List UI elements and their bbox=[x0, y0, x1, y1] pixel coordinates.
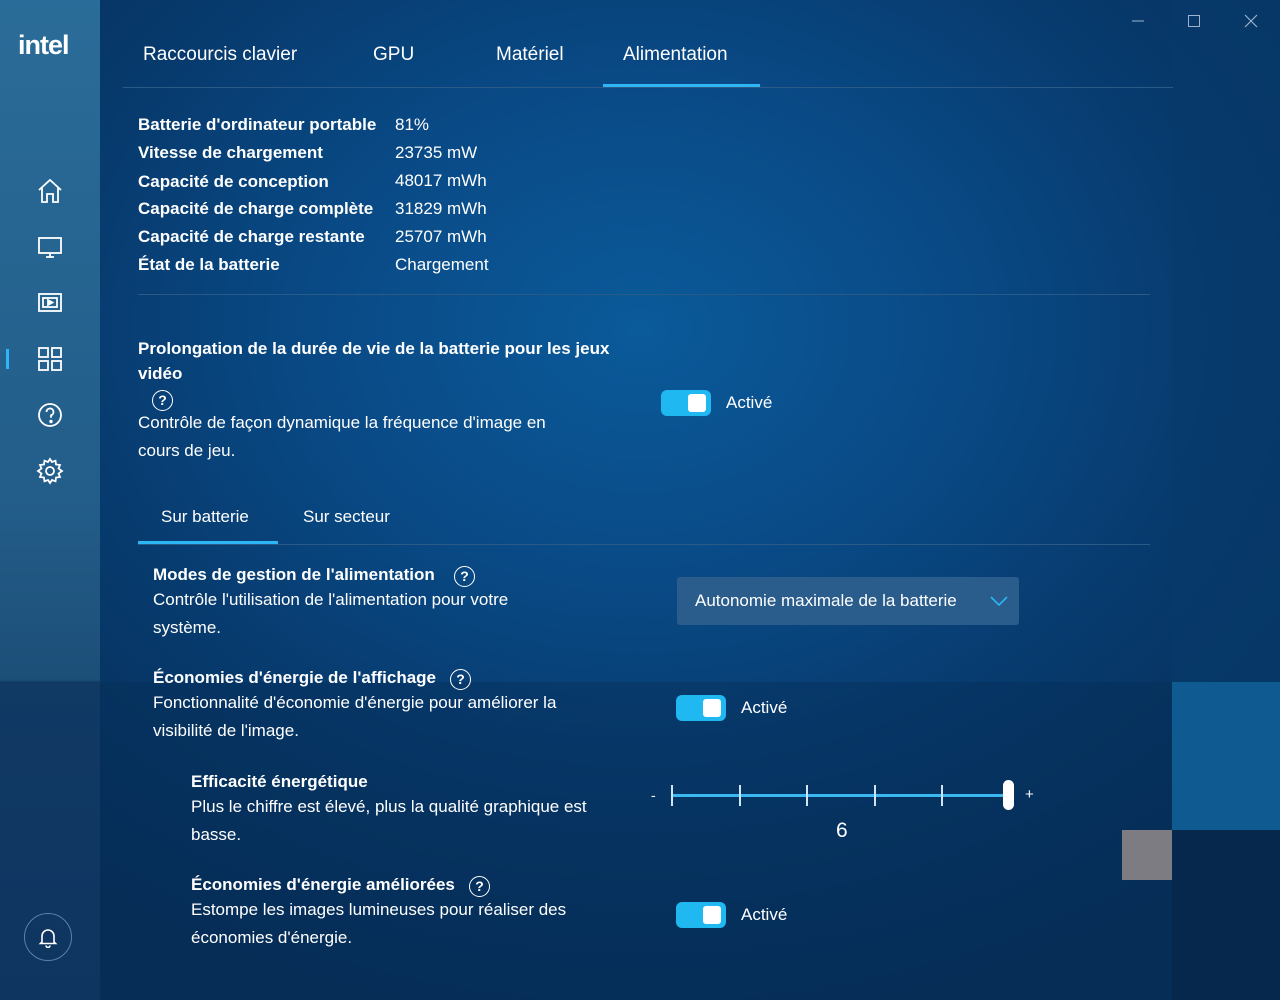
decor-square-blue bbox=[1172, 682, 1280, 830]
tabs-divider bbox=[123, 87, 1173, 88]
toggle-knob bbox=[703, 699, 721, 717]
slider-max-label: + bbox=[1025, 786, 1034, 803]
decor-square-gray bbox=[1122, 830, 1172, 880]
apps-grid-icon[interactable] bbox=[35, 344, 65, 374]
gear-icon[interactable] bbox=[35, 456, 65, 486]
close-button[interactable] bbox=[1240, 10, 1262, 32]
game-battery-title-line2: vidéo bbox=[138, 364, 183, 383]
display-savings-title: Économies d'énergie de l'affichage bbox=[153, 668, 436, 687]
game-battery-title-line1: Prolongation de la durée de vie de la ba… bbox=[138, 339, 610, 358]
info-label-design-capacity: Capacité de conception bbox=[138, 172, 329, 191]
power-modes-desc-line1: Contrôle l'utilisation de l'alimentation… bbox=[153, 590, 509, 609]
power-modes-help-icon[interactable]: ? bbox=[454, 566, 475, 587]
efficiency-slider-thumb[interactable] bbox=[1003, 780, 1014, 810]
maximize-icon bbox=[1188, 15, 1200, 27]
home-icon[interactable] bbox=[35, 176, 65, 206]
info-value-battery-level: 81% bbox=[395, 115, 430, 134]
display-savings-desc-line2: visibilité de l'image. bbox=[153, 721, 299, 740]
efficiency-title: Efficacité énergétique bbox=[191, 772, 368, 791]
efficiency-desc-line1: Plus le chiffre est élevé, plus la quali… bbox=[191, 797, 587, 816]
subtab-plugged-in[interactable]: Sur secteur bbox=[303, 507, 390, 527]
enhanced-savings-desc-line2: économies d'énergie. bbox=[191, 928, 353, 947]
help-icon[interactable] bbox=[35, 400, 65, 430]
minimize-icon bbox=[1132, 20, 1144, 22]
info-label-remaining-capacity: Capacité de charge restante bbox=[138, 227, 365, 246]
efficiency-desc-line2: basse. bbox=[191, 825, 242, 844]
display-savings-desc-line1: Fonctionnalité d'économie d'énergie pour… bbox=[153, 693, 557, 712]
game-battery-desc-line2: cours de jeu. bbox=[138, 441, 236, 460]
info-value-full-charge-capacity: 31829 mWh bbox=[395, 199, 487, 218]
power-mode-select[interactable]: Autonomie maximale de la batterie bbox=[677, 577, 1019, 625]
info-value-battery-state: Chargement bbox=[395, 255, 489, 274]
info-value-charge-rate: 23735 mW bbox=[395, 143, 478, 162]
game-battery-toggle[interactable] bbox=[661, 390, 711, 416]
intel-logo: intel bbox=[18, 30, 70, 60]
enhanced-savings-help-icon[interactable]: ? bbox=[469, 876, 490, 897]
game-battery-help-icon[interactable]: ? bbox=[152, 390, 173, 411]
active-nav-indicator bbox=[6, 349, 9, 369]
slider-tick bbox=[874, 785, 876, 806]
power-mode-selected: Autonomie maximale de la batterie bbox=[695, 591, 957, 610]
info-label-full-charge-capacity: Capacité de charge complète bbox=[138, 199, 374, 218]
enhanced-savings-desc-line1: Estompe les images lumineuses pour réali… bbox=[191, 900, 567, 919]
tab-power[interactable]: Alimentation bbox=[623, 44, 728, 66]
info-value-design-capacity: 48017 mWh bbox=[395, 171, 487, 190]
toggle-knob bbox=[703, 906, 721, 924]
minimize-button[interactable] bbox=[1127, 10, 1149, 32]
info-label-battery-state: État de la batterie bbox=[138, 255, 280, 274]
display-savings-toggle[interactable] bbox=[676, 695, 726, 721]
decor-panel-top-right bbox=[1172, 0, 1280, 682]
subtab-on-battery[interactable]: Sur batterie bbox=[161, 507, 249, 527]
display-icon[interactable] bbox=[35, 232, 65, 262]
display-savings-toggle-label: Activé bbox=[741, 698, 788, 717]
tab-hardware[interactable]: Matériel bbox=[496, 44, 564, 66]
video-icon[interactable] bbox=[35, 288, 65, 318]
slider-tick bbox=[671, 785, 673, 806]
chevron-down-icon bbox=[990, 596, 1008, 607]
tab-gpu[interactable]: GPU bbox=[373, 44, 414, 66]
subtabs-divider bbox=[138, 544, 1150, 545]
efficiency-slider-value: 6 bbox=[836, 819, 848, 842]
power-modes-title: Modes de gestion de l'alimentation bbox=[153, 565, 435, 584]
notifications-button[interactable] bbox=[24, 913, 72, 961]
info-label-charge-rate: Vitesse de chargement bbox=[138, 143, 323, 162]
close-icon bbox=[1244, 14, 1258, 28]
info-value-remaining-capacity: 25707 mWh bbox=[395, 227, 487, 246]
efficiency-slider-track[interactable] bbox=[672, 794, 1009, 797]
slider-tick bbox=[739, 785, 741, 806]
decor-square-dark bbox=[1172, 830, 1280, 1000]
slider-tick bbox=[941, 785, 943, 806]
display-savings-help-icon[interactable]: ? bbox=[450, 669, 471, 690]
game-battery-desc-line1: Contrôle de façon dynamique la fréquence… bbox=[138, 413, 546, 432]
sidebar: intel bbox=[0, 0, 100, 1000]
toggle-knob bbox=[688, 394, 706, 412]
enhanced-savings-toggle[interactable] bbox=[676, 902, 726, 928]
power-modes-desc-line2: système. bbox=[153, 618, 222, 637]
slider-tick bbox=[806, 785, 808, 806]
slider-min-label: - bbox=[651, 787, 656, 803]
enhanced-savings-title: Économies d'énergie améliorées bbox=[191, 875, 455, 894]
tab-keyboard-shortcuts[interactable]: Raccourcis clavier bbox=[143, 44, 297, 66]
bell-icon bbox=[38, 929, 58, 948]
enhanced-savings-toggle-label: Activé bbox=[741, 905, 788, 924]
game-battery-toggle-label: Activé bbox=[726, 393, 773, 412]
info-divider bbox=[138, 294, 1150, 295]
info-label-battery-level: Batterie d'ordinateur portable bbox=[138, 115, 377, 134]
maximize-button[interactable] bbox=[1183, 10, 1205, 32]
